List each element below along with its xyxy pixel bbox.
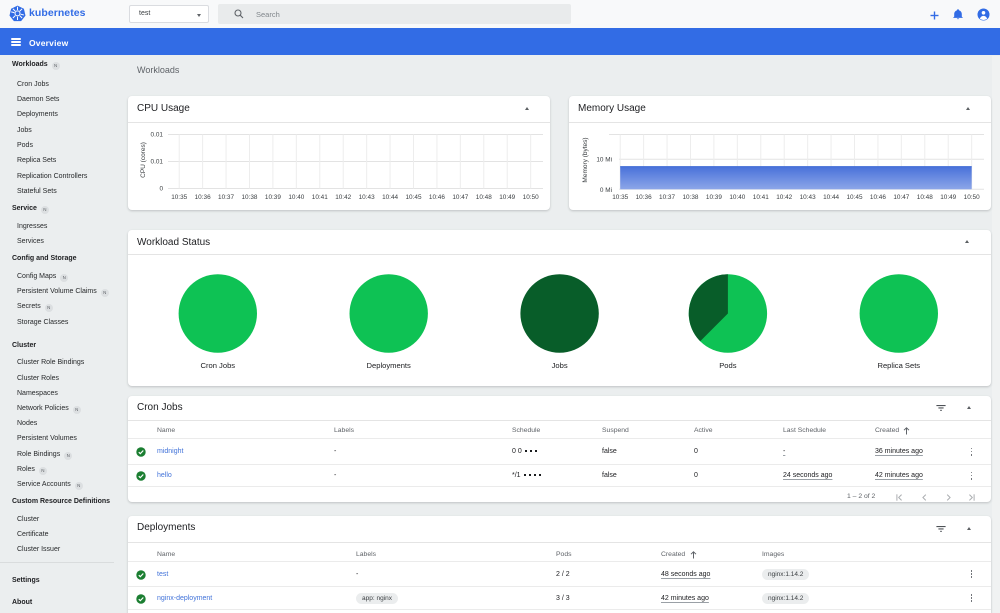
svg-text:10:39: 10:39 <box>265 194 281 201</box>
svg-text:10:45: 10:45 <box>847 194 863 201</box>
svg-text:10 Mi: 10 Mi <box>596 157 612 164</box>
svg-text:10:48: 10:48 <box>917 194 933 201</box>
svg-text:10:42: 10:42 <box>335 194 351 201</box>
svg-text:10:46: 10:46 <box>429 194 445 201</box>
svg-text:10:42: 10:42 <box>776 194 792 201</box>
svg-text:10:41: 10:41 <box>312 194 328 201</box>
svg-text:10:36: 10:36 <box>636 194 652 201</box>
svg-text:10:50: 10:50 <box>523 194 539 201</box>
svg-text:10:49: 10:49 <box>940 194 956 201</box>
svg-text:0: 0 <box>159 186 163 193</box>
svg-text:10:44: 10:44 <box>823 194 839 201</box>
svg-text:10:37: 10:37 <box>218 194 234 201</box>
svg-text:10:43: 10:43 <box>800 194 816 201</box>
svg-text:10:47: 10:47 <box>893 194 909 201</box>
svg-text:10:38: 10:38 <box>682 194 698 201</box>
svg-text:10:39: 10:39 <box>706 194 722 201</box>
svg-text:10:41: 10:41 <box>753 194 769 201</box>
svg-text:0.01: 0.01 <box>151 159 164 166</box>
svg-text:10:45: 10:45 <box>406 194 422 201</box>
svg-text:10:48: 10:48 <box>476 194 492 201</box>
svg-text:CPU (cores): CPU (cores) <box>140 142 147 178</box>
svg-text:10:36: 10:36 <box>195 194 211 201</box>
svg-text:0.01: 0.01 <box>151 132 164 139</box>
svg-text:10:44: 10:44 <box>382 194 398 201</box>
svg-text:0 Mi: 0 Mi <box>600 187 612 194</box>
svg-text:10:43: 10:43 <box>359 194 375 201</box>
svg-text:10:38: 10:38 <box>241 194 257 201</box>
svg-text:10:37: 10:37 <box>659 194 675 201</box>
svg-text:10:49: 10:49 <box>499 194 515 201</box>
svg-text:10:47: 10:47 <box>452 194 468 201</box>
svg-text:10:35: 10:35 <box>612 194 628 201</box>
svg-text:Memory (bytes): Memory (bytes) <box>582 137 589 182</box>
svg-text:10:40: 10:40 <box>729 194 745 201</box>
svg-text:10:35: 10:35 <box>171 194 187 201</box>
svg-text:10:50: 10:50 <box>964 194 980 201</box>
svg-text:10:40: 10:40 <box>288 194 304 201</box>
svg-text:10:46: 10:46 <box>870 194 886 201</box>
